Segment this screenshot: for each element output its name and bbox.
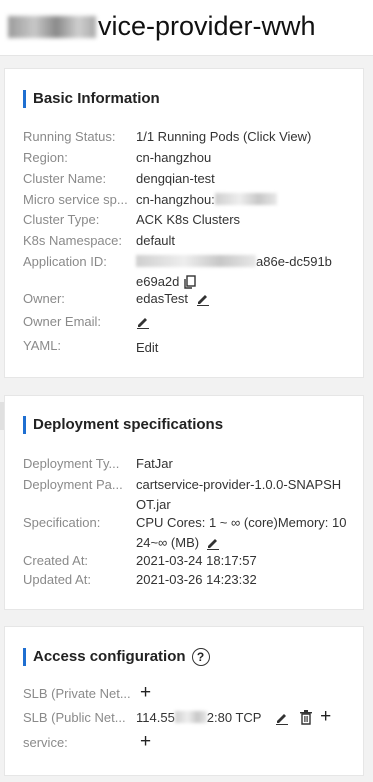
- redacted-value: [136, 255, 256, 267]
- deployment-package-link[interactable]: cartservice-provider-1.0.0-SNAPSHOT.jar: [136, 475, 348, 515]
- redacted-value: [174, 711, 207, 723]
- basic-information-card: Basic Information Running Status: 1/1 Ru…: [4, 68, 364, 378]
- delete-icon[interactable]: [299, 710, 313, 731]
- edit-icon[interactable]: [136, 315, 150, 335]
- access-configuration-title: Access configuration?: [23, 647, 210, 667]
- access-configuration-card: Access configuration? SLB (Private Net..…: [4, 626, 364, 776]
- running-pods-link[interactable]: 1/1 Running Pods (Click View): [136, 127, 348, 147]
- cluster-name-link[interactable]: dengqian-test: [136, 169, 348, 189]
- page-title: vice-provider-wwh: [0, 0, 373, 56]
- help-icon[interactable]: ?: [191, 648, 210, 666]
- basic-information-title: Basic Information: [23, 89, 160, 109]
- deployment-specifications-card: Deployment specifications Deployment Ty.…: [4, 395, 364, 610]
- deployment-package-row: Deployment Pa... cartservice-provider-1.…: [23, 475, 358, 515]
- application-id-row: Application ID: a86e-dc591b e69a2d: [23, 252, 358, 294]
- yaml-edit-link[interactable]: Edit: [136, 338, 348, 358]
- add-slb-private-button[interactable]: +: [140, 682, 151, 703]
- add-slb-public-button[interactable]: +: [320, 706, 331, 727]
- edit-icon[interactable]: [196, 292, 210, 312]
- redacted-value: [214, 193, 277, 205]
- edit-icon[interactable]: [275, 711, 289, 731]
- redacted-text: [8, 16, 96, 38]
- add-service-button[interactable]: +: [140, 731, 151, 752]
- specification-row: Specification: CPU Cores: 1 ~ ∞ (core)Me…: [23, 513, 358, 553]
- deployment-specifications-title: Deployment specifications: [23, 415, 223, 435]
